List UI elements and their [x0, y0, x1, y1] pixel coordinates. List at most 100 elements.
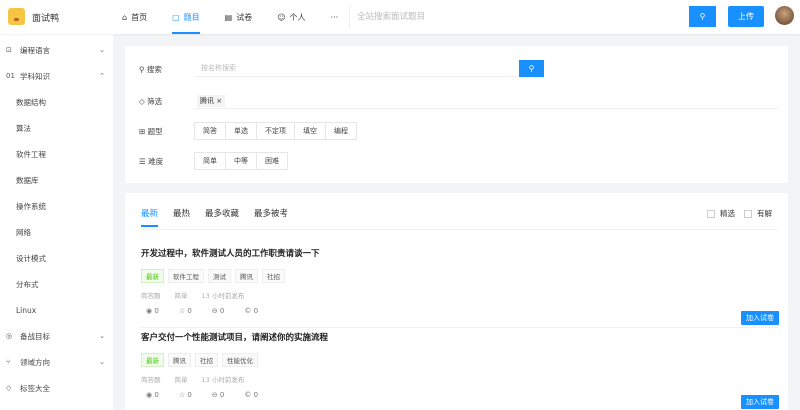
- brand-name[interactable]: 面试鸭: [32, 11, 59, 24]
- question-title[interactable]: 开发过程中，软件测试人员的工作职责请谈一下: [141, 247, 781, 259]
- featured-checkbox[interactable]: 精选: [707, 208, 735, 219]
- sidebar-item-label: 算法: [16, 123, 31, 133]
- filter-panel: ⚲ 搜索 按名称搜索 ⚲ ◇ 筛选 腾讯 × ⊞ 题型 简答 单选 不定项 填空 编程 …: [125, 46, 788, 183]
- sidebar-item[interactable]: 设计模式: [0, 248, 113, 268]
- nav-item-4[interactable]: ···: [331, 0, 339, 34]
- chevron-down-icon[interactable]: ⌄: [99, 46, 105, 54]
- stat-item[interactable]: ☆ 0: [179, 307, 192, 315]
- search-icon[interactable]: ⚲: [689, 6, 716, 27]
- question-title[interactable]: 客户交付一个性能测试项目，请阐述你的实施流程: [141, 331, 781, 343]
- paper-icon: ▤: [224, 12, 233, 22]
- sidebar-item[interactable]: 分布式: [0, 274, 113, 294]
- difficulty-option[interactable]: 困难: [256, 152, 288, 170]
- question-meta: 简答题 简单 13 小时前发布: [141, 290, 781, 300]
- sidebar-item[interactable]: ◇ 标签大全: [0, 378, 113, 398]
- upload-button[interactable]: 上传: [728, 6, 764, 27]
- meta-item: 13 小时前发布: [201, 292, 245, 300]
- sidebar-item-label: 编程语言: [20, 45, 50, 55]
- sidebar-item[interactable]: Linux: [0, 300, 113, 320]
- question-tag[interactable]: 社招: [262, 269, 285, 283]
- branch-icon: ⑂: [6, 358, 11, 366]
- difficulty-label: ☰ 难度: [139, 156, 164, 166]
- type-label: ⊞ 题型: [139, 126, 163, 136]
- logo[interactable]: [8, 8, 25, 25]
- meta-item: 简单: [174, 376, 188, 384]
- type-option[interactable]: 编程: [325, 122, 357, 140]
- stat-item[interactable]: ⊖ 0: [212, 307, 225, 315]
- question-tag[interactable]: 腾讯: [235, 269, 258, 283]
- type-option[interactable]: 简答: [194, 122, 226, 140]
- sidebar-item[interactable]: ⑂ 领域方向 ⌄: [0, 352, 113, 372]
- sidebar-item-label: 备战目标: [20, 331, 50, 341]
- stat-item[interactable]: ◉ 0: [146, 391, 159, 399]
- sidebar-item[interactable]: 网络: [0, 222, 113, 242]
- sidebar-item-label: 学科知识: [20, 71, 50, 81]
- nav-label: 试卷: [236, 12, 253, 22]
- meta-item: 简答题: [141, 376, 161, 384]
- sidebar-item[interactable]: 操作系统: [0, 196, 113, 216]
- chevron-up-icon[interactable]: ⌃: [99, 72, 105, 80]
- question-meta: 简答题 简单 13 小时前发布: [141, 374, 781, 384]
- question-tag[interactable]: 最新: [141, 269, 164, 283]
- question-tag[interactable]: 性能优化: [222, 353, 258, 367]
- stat-value: 0: [219, 307, 225, 315]
- sidebar-item-label: 标签大全: [20, 383, 50, 393]
- question-tag[interactable]: 腾讯: [168, 353, 191, 367]
- sidebar-item[interactable]: 软件工程: [0, 144, 113, 164]
- stat-item[interactable]: © 0: [244, 307, 258, 315]
- sidebar-item[interactable]: ⊡ 编程语言 ⌄: [0, 40, 113, 60]
- question-search-input[interactable]: 按名称搜索: [195, 60, 522, 77]
- sort-tab[interactable]: 最多被考: [254, 207, 288, 227]
- question-tag[interactable]: 测试: [208, 269, 231, 283]
- stat-value: 0: [219, 391, 225, 399]
- divider: [141, 327, 778, 328]
- search-icon[interactable]: ⚲: [519, 60, 544, 77]
- type-option[interactable]: 单选: [225, 122, 257, 140]
- nav-label: 个人: [289, 12, 306, 22]
- nav-item-1[interactable]: ▢ 题目: [172, 0, 200, 34]
- sort-tab[interactable]: 最多收藏: [205, 207, 239, 227]
- chevron-down-icon[interactable]: ⌄: [99, 358, 105, 366]
- top-header: 面试鸭 ⌂ 首页 ▢ 题目 ▤ 试卷 ☺ 个人 ··· 全站搜索面试题目 ⚲ 上传: [0, 0, 800, 34]
- nav-label: ···: [330, 12, 339, 22]
- global-search-input[interactable]: 全站搜索面试题目: [349, 6, 689, 28]
- stat-item[interactable]: © 0: [244, 391, 258, 399]
- type-option[interactable]: 填空: [294, 122, 326, 140]
- type-options: 简答 单选 不定项 填空 编程: [194, 122, 357, 140]
- sidebar-item[interactable]: ◎ 备战目标 ⌄: [0, 326, 113, 346]
- stat-item[interactable]: ◉ 0: [146, 307, 159, 315]
- difficulty-option[interactable]: 简单: [194, 152, 226, 170]
- nav-item-2[interactable]: ▤ 试卷: [225, 0, 253, 34]
- stat-item[interactable]: ☆ 0: [179, 391, 192, 399]
- sort-tab[interactable]: 最热: [173, 207, 190, 227]
- nav-item-0[interactable]: ⌂ 首页: [122, 0, 147, 34]
- nav-item-3[interactable]: ☺ 个人: [277, 0, 305, 34]
- sidebar-item-label: 网络: [16, 227, 31, 237]
- meta-item: 简答题: [141, 292, 161, 300]
- user-icon: ☺: [277, 12, 286, 22]
- difficulty-options: 简单 中等 困难: [194, 152, 288, 170]
- filter-tags-input[interactable]: 腾讯 ×: [195, 92, 778, 109]
- sidebar-item[interactable]: 算法: [0, 118, 113, 138]
- difficulty-option[interactable]: 中等: [225, 152, 257, 170]
- has-answer-checkbox[interactable]: 有解: [744, 208, 772, 219]
- sidebar-item[interactable]: 数据结构: [0, 92, 113, 112]
- filter-label: ◇ 筛选: [139, 96, 163, 106]
- question-tag[interactable]: 最新: [141, 353, 164, 367]
- type-option[interactable]: 不定项: [256, 122, 295, 140]
- chevron-down-icon[interactable]: ⌄: [99, 332, 105, 340]
- sidebar-item[interactable]: 数据库: [0, 170, 113, 190]
- question-tag[interactable]: 社招: [195, 353, 218, 367]
- stat-value: 0: [187, 391, 192, 399]
- meta-item: 13 小时前发布: [201, 376, 245, 384]
- question-tag[interactable]: 软件工程: [168, 269, 204, 283]
- document-icon: ▢: [172, 12, 180, 22]
- question-list: 最新 最热 最多收藏 最多被考 精选 有解 开发过程中，软件测试人员的工作职责请谈一下…: [125, 193, 788, 410]
- sidebar-item[interactable]: 01 学科知识 ⌃: [0, 66, 113, 86]
- sort-tab[interactable]: 最新: [141, 207, 159, 227]
- avatar[interactable]: [775, 6, 794, 25]
- stat-item[interactable]: ⊖ 0: [212, 391, 225, 399]
- filter-chip[interactable]: 腾讯 ×: [197, 95, 226, 107]
- add-to-paper-button[interactable]: 加入试卷: [741, 395, 779, 409]
- add-to-paper-button[interactable]: 加入试卷: [741, 311, 779, 325]
